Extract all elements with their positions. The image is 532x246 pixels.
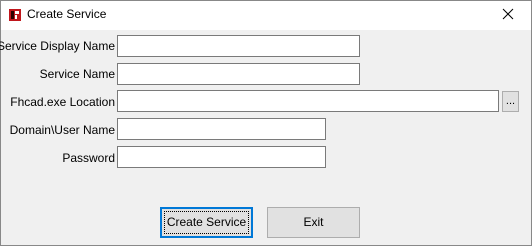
domain-user-name-input[interactable] <box>117 118 326 140</box>
close-button[interactable] <box>485 1 531 30</box>
service-display-name-input[interactable] <box>117 35 360 57</box>
fhcad-location-label: Fhcad.exe Location <box>10 95 115 109</box>
browse-button[interactable]: ... <box>502 91 519 112</box>
password-label: Password <box>62 151 115 165</box>
title-bar: Create Service <box>1 1 531 30</box>
service-display-name-label: Service Display Name <box>0 39 115 53</box>
create-service-dialog: Create Service Service Display Name Serv… <box>0 0 532 246</box>
window-title: Create Service <box>27 7 107 21</box>
exit-button-label: Exit <box>303 215 324 229</box>
password-input[interactable] <box>117 146 326 168</box>
create-service-button[interactable]: Create Service <box>160 207 253 238</box>
domain-user-name-label: Domain\User Name <box>9 123 115 137</box>
service-name-label: Service Name <box>39 67 115 81</box>
close-icon <box>502 8 514 23</box>
fhcad-location-input[interactable] <box>117 90 499 112</box>
service-name-input[interactable] <box>117 63 360 85</box>
exit-button[interactable]: Exit <box>267 207 360 238</box>
app-icon <box>8 8 22 22</box>
create-service-button-label: Create Service <box>166 215 247 229</box>
